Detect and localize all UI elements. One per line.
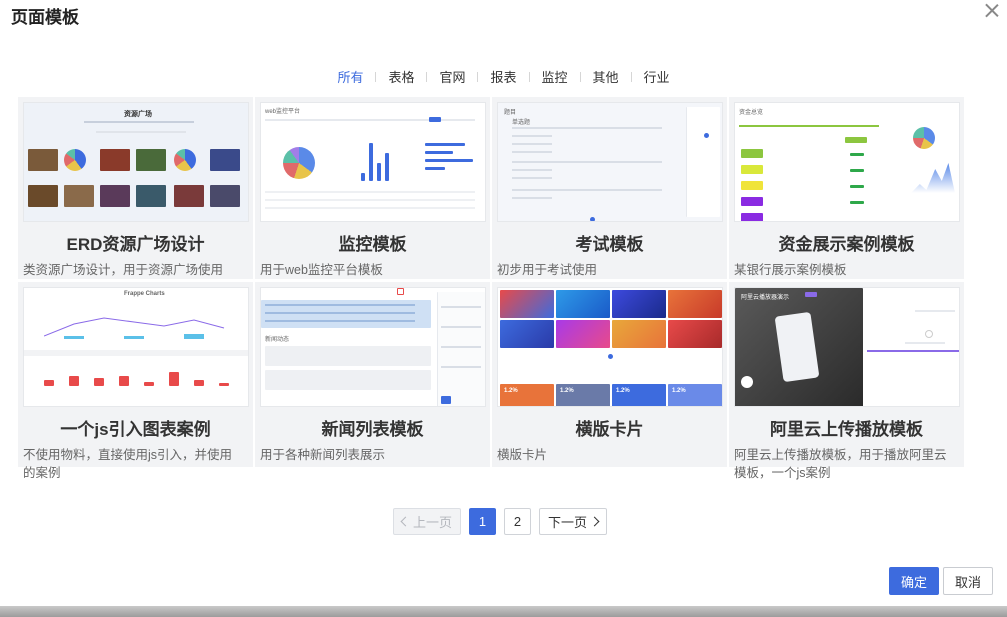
tab-all[interactable]: 所有 <box>325 67 375 86</box>
template-thumbnail: 资源广场 <box>23 102 249 222</box>
template-title: 资金展示案例模板 <box>778 235 915 254</box>
template-card-aliyun[interactable]: 阿里云播放器演示 阿里云上传播放模板 阿里云上传播放模板，用于播放阿里云模板，一… <box>729 282 966 480</box>
line-chart-thumb <box>44 317 225 339</box>
thumb-text: 1.2% <box>672 388 686 394</box>
tab-other[interactable]: 其他 <box>581 67 631 86</box>
thumb-text: 题目 <box>504 110 517 116</box>
template-desc: 某银行展示案例模板 <box>734 263 847 277</box>
page-2-button[interactable]: 2 <box>504 508 532 535</box>
template-thumbnail: Frappe Charts <box>23 287 249 407</box>
template-desc: 初步用于考试使用 <box>497 263 598 277</box>
page-1-button[interactable]: 1 <box>469 508 497 535</box>
template-title: 新闻列表模板 <box>321 420 424 439</box>
thumb-text: 新闻动态 <box>265 337 290 343</box>
template-title: 一个js引入图表案例 <box>60 420 211 439</box>
cancel-button[interactable]: 取消 <box>943 567 993 595</box>
next-page-label: 下一页 <box>548 515 588 530</box>
template-thumbnail: 新闻动态 <box>260 287 486 407</box>
next-page-button[interactable]: 下一页 <box>539 508 608 535</box>
thumb-text: 1.2% <box>504 388 518 394</box>
template-desc: 用于各种新闻列表展示 <box>260 448 386 462</box>
close-icon[interactable] <box>983 2 1001 20</box>
pagination: 上一页 1 2 下一页 <box>393 508 608 535</box>
tab-website[interactable]: 官网 <box>427 67 477 86</box>
template-card-news[interactable]: 新闻动态 新闻列表模板 用于各种新闻列表展示 <box>255 282 492 467</box>
template-title: 横版卡片 <box>575 420 644 439</box>
template-desc: 类资源广场设计，用于资源广场使用 <box>23 263 224 277</box>
template-thumbnail: 题目 单选题 <box>497 102 723 222</box>
chevron-right-icon <box>589 516 600 527</box>
dialog-title: 页面模板 <box>11 8 79 27</box>
tab-report[interactable]: 报表 <box>478 67 528 86</box>
template-card-horizontal[interactable]: 1.2% 1.2% 1.2% 1.2% 横版卡片 横版卡片 <box>492 282 729 467</box>
thumb-text: 1.2% <box>616 388 630 394</box>
template-card-js-chart[interactable]: Frappe Charts 一个js引入图表案例 不使用物料，直接使用js引入，… <box>18 282 255 480</box>
template-title: 监控模板 <box>338 235 407 254</box>
thumb-text: web监控平台 <box>265 109 301 115</box>
chevron-left-icon <box>400 516 411 527</box>
template-thumbnail: web监控平台 <box>260 102 486 222</box>
tab-industry[interactable]: 行业 <box>632 67 682 86</box>
confirm-button[interactable]: 确定 <box>889 567 939 595</box>
template-thumbnail: 阿里云播放器演示 <box>734 287 960 407</box>
prev-page-button[interactable]: 上一页 <box>393 508 462 535</box>
template-title: 考试模板 <box>575 235 644 254</box>
thumb-text: 资源广场 <box>124 111 152 118</box>
thumb-text: Frappe Charts <box>124 291 165 297</box>
category-tabs: 所有 表格 官网 报表 监控 其他 行业 <box>0 67 1007 86</box>
thumb-text: 资金总览 <box>739 110 764 116</box>
template-thumbnail: 1.2% 1.2% 1.2% 1.2% <box>497 287 723 407</box>
template-desc: 阿里云上传播放模板，用于播放阿里云模板，一个js案例 <box>734 448 947 480</box>
template-card-finance[interactable]: 资金总览 资金展示案例模板 某银行展示案例模板 <box>729 97 966 279</box>
template-desc: 用于web监控平台模板 <box>260 263 383 277</box>
tab-table[interactable]: 表格 <box>376 67 426 86</box>
thumb-text: 1.2% <box>560 388 574 394</box>
template-card-erd[interactable]: 资源广场 ERD资源广场设计 类资源广场设计，用于资源广场使用 <box>18 97 255 279</box>
thumb-text: 阿里云播放器演示 <box>741 295 790 301</box>
template-title: 阿里云上传播放模板 <box>770 420 923 439</box>
template-card-monitor[interactable]: web监控平台 监控模板 用于web监控平台模板 <box>255 97 492 279</box>
background-overlay <box>0 606 1007 617</box>
tab-monitor[interactable]: 监控 <box>530 67 580 86</box>
thumb-text: 单选题 <box>512 120 531 126</box>
template-title: ERD资源广场设计 <box>66 235 205 254</box>
template-grid: 资源广场 ERD资源广场设计 类资源广场设计，用于资源广场使用 web监控平台 <box>18 97 966 480</box>
template-desc: 横版卡片 <box>497 448 548 462</box>
prev-page-label: 上一页 <box>413 515 453 530</box>
template-thumbnail: 资金总览 <box>734 102 960 222</box>
template-card-exam[interactable]: 题目 单选题 考试模板 初步用于考试使用 <box>492 97 729 279</box>
template-desc: 不使用物料，直接使用js引入，并使用的案例 <box>23 448 233 480</box>
